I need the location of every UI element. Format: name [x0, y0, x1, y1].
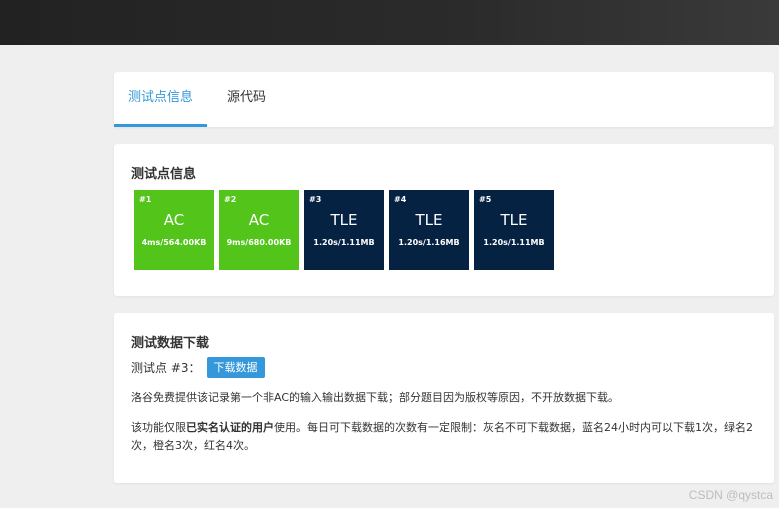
download-section-title: 测试数据下载: [131, 336, 210, 351]
csdn-watermark: CSDN @qystca: [688, 488, 773, 502]
test-case-id: #1: [139, 195, 152, 204]
test-case-meta: 9ms/680.00KB: [226, 238, 292, 247]
test-case-meta: 1.20s/1.11MB: [483, 238, 545, 247]
test-case-tile[interactable]: #5 TLE 1.20s/1.11MB: [474, 190, 554, 270]
test-case-id: #4: [394, 195, 407, 204]
tabs-card: 测试点信息 源代码: [114, 72, 774, 127]
test-case-tile[interactable]: #3 TLE 1.20s/1.11MB: [304, 190, 384, 270]
test-case-status: AC: [163, 211, 185, 229]
test-case-tile[interactable]: #2 AC 9ms/680.00KB: [219, 190, 299, 270]
test-case-tile[interactable]: #4 TLE 1.20s/1.16MB: [389, 190, 469, 270]
test-case-id: #3: [309, 195, 322, 204]
test-cases-title: 测试点信息: [131, 167, 197, 182]
tab-source-code[interactable]: 源代码: [227, 72, 266, 127]
test-case-status: AC: [248, 211, 270, 229]
test-case-meta: 4ms/564.00KB: [141, 238, 207, 247]
tab-test-cases[interactable]: 测试点信息: [114, 72, 207, 127]
download-info-text: 洛谷免费提供该记录第一个非AC的输入输出数据下载；部分题目因为版权等原因，不开放…: [131, 391, 620, 404]
limit-text-bold: 已实名认证的用户: [186, 421, 274, 434]
test-case-status: TLE: [330, 211, 358, 229]
download-limit-text: 该功能仅限已实名认证的用户使用。每日可下载数据的次数有一定限制：灰名不可下载数据…: [131, 419, 761, 455]
test-case-id: #5: [479, 195, 492, 204]
download-row: 测试点 #3： 下载数据: [131, 357, 265, 378]
limit-text-prefix: 该功能仅限: [131, 421, 186, 434]
test-case-status: TLE: [415, 211, 443, 229]
test-data-download-card: 测试数据下载 测试点 #3： 下载数据 洛谷免费提供该记录第一个非AC的输入输出…: [114, 313, 774, 483]
test-case-meta: 1.20s/1.11MB: [313, 238, 375, 247]
download-case-label: 测试点 #3：: [131, 361, 201, 375]
top-navigation-bar: [0, 0, 779, 45]
test-case-status: TLE: [500, 211, 528, 229]
test-case-id: #2: [224, 195, 237, 204]
test-cases-card: 测试点信息 #1 AC 4ms/564.00KB #2 AC 9ms/680.0…: [114, 144, 774, 296]
download-data-button[interactable]: 下载数据: [206, 357, 265, 378]
test-case-tile[interactable]: #1 AC 4ms/564.00KB: [134, 190, 214, 270]
test-case-meta: 1.20s/1.16MB: [398, 238, 460, 247]
